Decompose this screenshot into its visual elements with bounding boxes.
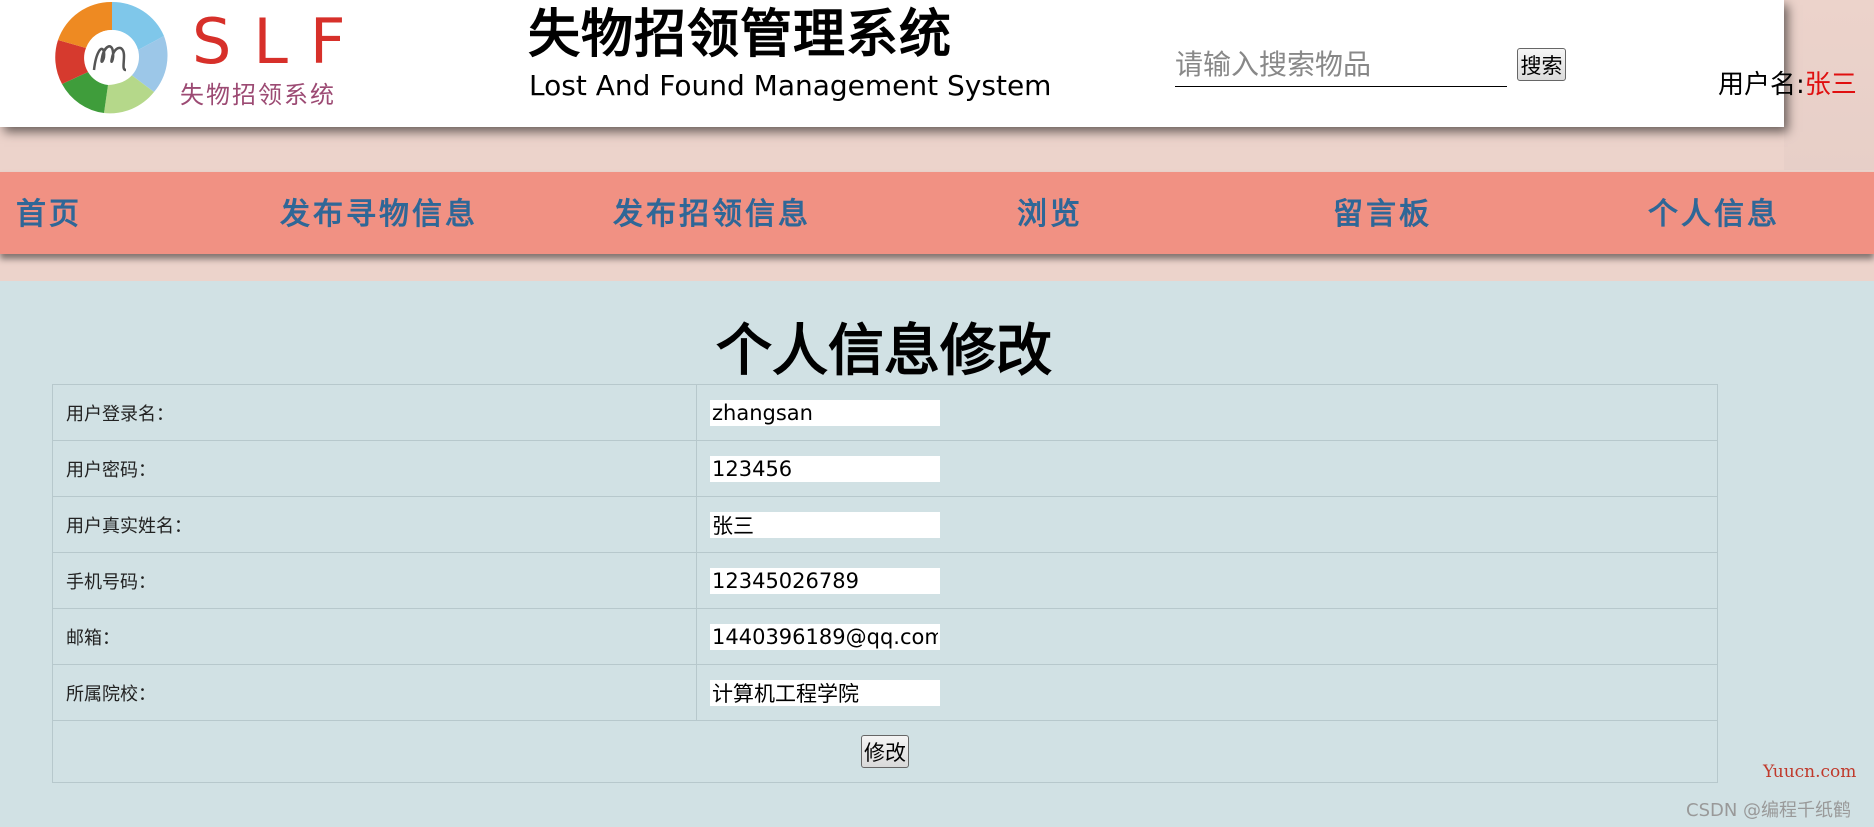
school-label: 所属院校： bbox=[52, 664, 697, 721]
email-field[interactable] bbox=[710, 623, 940, 650]
profile-form: 用户登录名： 用户密码： 用户真实姓名： 手机号码： 邮箱： 所属院校： 修改 bbox=[52, 384, 1718, 783]
logo-subtitle: 失物招领系统 bbox=[180, 81, 336, 109]
realname-label: 用户真实姓名： bbox=[52, 496, 697, 553]
nav-item-home[interactable]: 首页 bbox=[16, 172, 82, 254]
user-name[interactable]: 张三 bbox=[1805, 70, 1857, 100]
credit-watermark: CSDN @编程千纸鹤 bbox=[1686, 800, 1852, 821]
user-label: 用户名: bbox=[1718, 70, 1805, 100]
search-button[interactable]: 搜索 bbox=[1517, 48, 1566, 81]
phone-label: 手机号码： bbox=[52, 552, 697, 609]
slf-logo-icon bbox=[52, 0, 172, 115]
search-input[interactable] bbox=[1175, 42, 1507, 87]
submit-button[interactable]: 修改 bbox=[861, 735, 909, 768]
site-title: 失物招领管理系统 bbox=[528, 5, 953, 65]
form-row-submit: 修改 bbox=[52, 720, 1718, 783]
school-field[interactable] bbox=[710, 679, 940, 706]
page-title: 个人信息修改 bbox=[716, 319, 1052, 384]
form-row-password: 用户密码： bbox=[52, 440, 1718, 497]
username-label: 用户登录名： bbox=[52, 384, 697, 441]
nav-item-profile[interactable]: 个人信息 bbox=[1648, 172, 1780, 254]
header: SLF 失物招领系统 失物招领管理系统 Lost And Found Manag… bbox=[0, 0, 1784, 127]
site-title-english: Lost And Found Management System bbox=[529, 69, 1052, 102]
form-row-email: 邮箱： bbox=[52, 608, 1718, 665]
username-field[interactable] bbox=[710, 399, 940, 426]
password-label: 用户密码： bbox=[52, 440, 697, 497]
form-row-phone: 手机号码： bbox=[52, 552, 1718, 609]
user-info: 用户名:张三 bbox=[1718, 64, 1857, 101]
nav-item-browse[interactable]: 浏览 bbox=[1017, 172, 1083, 254]
main-nav: 首页 发布寻物信息 发布招领信息 浏览 留言板 个人信息 bbox=[0, 172, 1874, 254]
phone-field[interactable] bbox=[710, 567, 940, 594]
nav-item-message-board[interactable]: 留言板 bbox=[1333, 172, 1432, 254]
email-label: 邮箱： bbox=[52, 608, 697, 665]
password-field[interactable] bbox=[710, 455, 940, 482]
realname-field[interactable] bbox=[710, 511, 940, 538]
form-row-username: 用户登录名： bbox=[52, 384, 1718, 441]
form-row-school: 所属院校： bbox=[52, 664, 1718, 721]
nav-item-publish-found[interactable]: 发布招领信息 bbox=[613, 172, 811, 254]
logo-text: SLF bbox=[192, 5, 368, 78]
form-row-realname: 用户真实姓名： bbox=[52, 496, 1718, 553]
site-watermark: Yuucn.com bbox=[1763, 762, 1857, 782]
nav-item-publish-lost[interactable]: 发布寻物信息 bbox=[280, 172, 478, 254]
